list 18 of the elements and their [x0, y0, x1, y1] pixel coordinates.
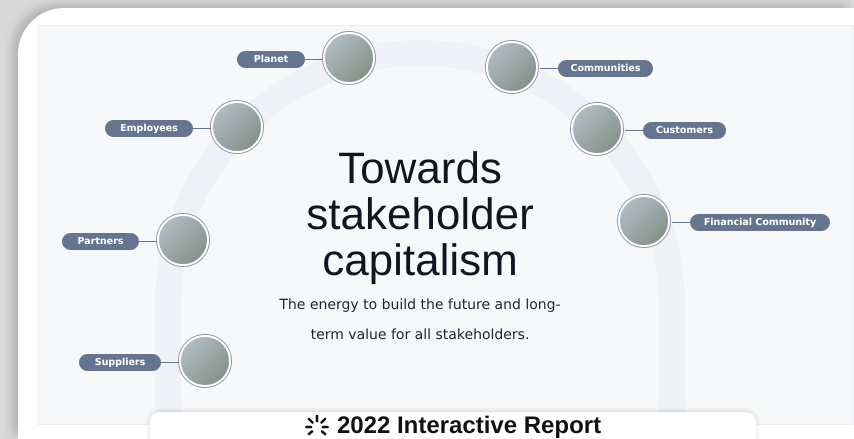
leader-line — [672, 222, 690, 223]
leader-line — [161, 362, 179, 363]
leader-line — [193, 128, 211, 129]
diagram-title: Towards stakeholder capitalism — [305, 146, 535, 284]
stakeholder-label: Employees — [105, 120, 193, 137]
leader-line — [540, 68, 558, 69]
stakeholder-label: Partners — [62, 233, 139, 250]
stakeholder-label: Communities — [558, 60, 653, 77]
report-title: 2022 Interactive Report — [336, 414, 602, 439]
stakeholder-label: Financial Community — [690, 214, 830, 231]
diagram-subtitle: The energy to build the future and long- term value for all stakeholders. — [278, 296, 562, 345]
leader-line — [625, 130, 643, 131]
stakeholder-label: Planet — [237, 51, 305, 68]
leader-line — [139, 241, 157, 242]
sun-icon — [304, 414, 329, 436]
stakeholder-label: Customers — [643, 122, 726, 139]
stakeholder-label: Suppliers — [79, 354, 161, 371]
leader-line — [305, 59, 323, 60]
